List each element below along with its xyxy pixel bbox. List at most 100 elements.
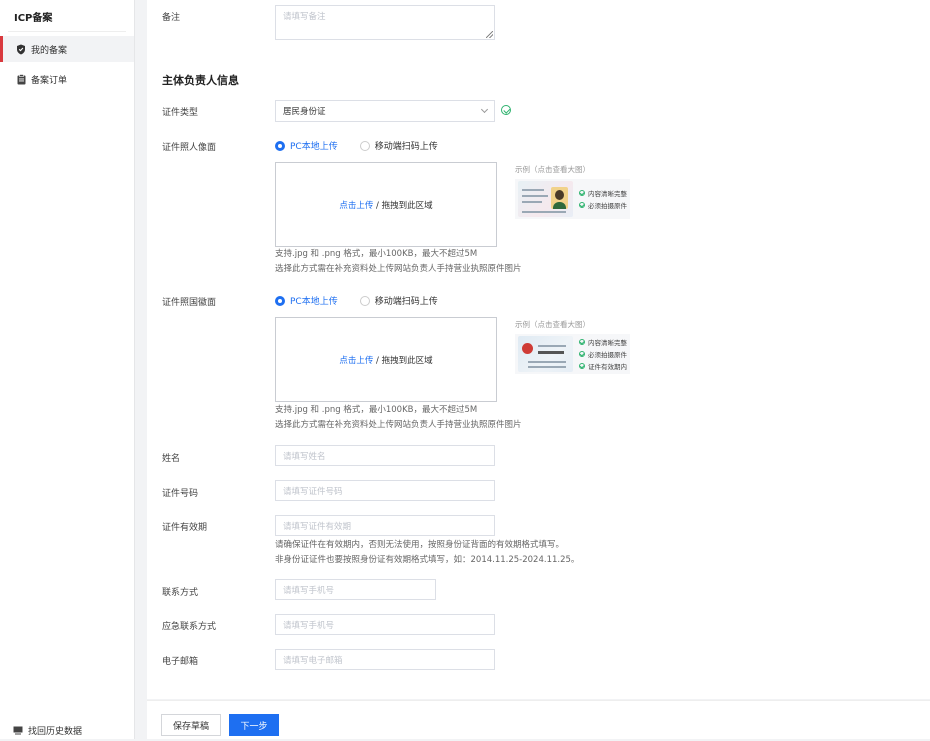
id-card-back-image xyxy=(518,336,573,372)
check-item: 必须拍摄原件 xyxy=(579,200,627,210)
validity-placeholder: 请填写证件有效期 xyxy=(283,521,352,532)
cert-type-value: 居民身份证 xyxy=(283,107,326,117)
validity-hint: 请确保证件在有效期内，否则无法使用，按照身份证背面的有效期格式填写。 非身份证证… xyxy=(275,538,579,568)
example-box: 内容清晰完整 必须拍摄原件 证件有效期内 xyxy=(515,334,630,374)
check-text: 内容清晰完整 xyxy=(588,339,627,347)
radio-label: 移动端扫码上传 xyxy=(374,142,438,152)
card-line xyxy=(522,189,544,191)
emergency-input[interactable]: 请填写手机号 xyxy=(275,614,495,635)
radio-pc-upload[interactable]: PC本地上传 xyxy=(275,139,338,152)
check-text: 必须拍摄原件 xyxy=(588,351,627,359)
id-front-upload-mode: PC本地上传 移动端扫码上传 xyxy=(275,139,460,152)
name-label: 姓名 xyxy=(162,454,181,464)
validity-input[interactable]: 请填写证件有效期 xyxy=(275,515,495,536)
example-box: 内容清晰完整 必须拍摄原件 xyxy=(515,179,630,219)
cert-no-label: 证件号码 xyxy=(162,489,199,499)
emergency-label: 应急联系方式 xyxy=(162,622,217,632)
card-line xyxy=(538,345,566,347)
portrait-photo xyxy=(551,187,568,209)
check-circle-icon xyxy=(579,339,585,345)
card-line xyxy=(538,351,564,354)
id-back-example[interactable]: 示例（点击查看大图） 内容清晰完整 必须拍摄原件 证件有效期内 xyxy=(515,319,630,374)
radio-checked-icon xyxy=(275,140,285,151)
hint-line: 支持.jpg 和 .png 格式，最小100KB，最大不超过5M xyxy=(275,405,478,415)
sidebar-item-label: 备案订单 xyxy=(31,75,68,86)
hint-line: 请确保证件在有效期内，否则无法使用，按照身份证背面的有效期格式填写。 xyxy=(275,540,565,550)
sidebar-item-my-filings[interactable]: 我的备案 xyxy=(0,36,134,62)
clipboard-icon xyxy=(15,73,27,85)
chevron-down-icon xyxy=(480,105,489,114)
phone-placeholder: 请填写手机号 xyxy=(283,585,335,596)
radio-label: 移动端扫码上传 xyxy=(374,297,438,307)
card-line xyxy=(522,201,542,203)
id-back-upload-mode: PC本地上传 移动端扫码上传 xyxy=(275,294,460,307)
monitor-icon xyxy=(13,726,23,735)
check-item: 内容清晰完整 xyxy=(579,188,627,198)
cert-no-input[interactable]: 请填写证件号码 xyxy=(275,480,495,501)
remark-textarea[interactable]: 请填写备注 xyxy=(275,5,495,40)
next-step-button[interactable]: 下一步 xyxy=(229,714,279,736)
check-circle-icon xyxy=(579,363,585,369)
radio-label: PC本地上传 xyxy=(290,297,338,307)
email-input[interactable]: 请填写电子邮箱 xyxy=(275,649,495,670)
phone-label: 联系方式 xyxy=(162,588,199,598)
shield-icon xyxy=(15,44,27,55)
example-checks: 内容清晰完整 必须拍摄原件 xyxy=(579,188,627,210)
valid-check-icon xyxy=(501,105,511,115)
id-front-upload-area[interactable]: 点击上传 / 拖拽到此区域 xyxy=(275,162,497,247)
hint-line: 支持.jpg 和 .png 格式，最小100KB，最大不超过5M xyxy=(275,249,478,259)
sidebar-title: ICP备案 xyxy=(14,13,53,24)
remark-placeholder: 请填写备注 xyxy=(283,12,326,22)
hint-line: 选择此方式需在补充资料处上传网站负责人手持营业执照原件图片 xyxy=(275,264,522,274)
radio-checked-icon xyxy=(275,295,285,306)
check-circle-icon xyxy=(579,351,585,357)
cert-type-label: 证件类型 xyxy=(162,108,199,118)
name-input[interactable]: 请填写姓名 xyxy=(275,445,495,466)
recover-history-label: 找回历史数据 xyxy=(28,726,83,737)
cert-type-select[interactable]: 居民身份证 xyxy=(275,100,495,122)
id-front-hint: 支持.jpg 和 .png 格式，最小100KB，最大不超过5M 选择此方式需在… xyxy=(275,247,522,277)
remark-label: 备注 xyxy=(162,13,181,23)
upload-drag-text: / 拖拽到此区域 xyxy=(373,200,433,211)
radio-pc-upload[interactable]: PC本地上传 xyxy=(275,294,338,307)
card-line xyxy=(528,361,566,363)
radio-unchecked-icon xyxy=(359,140,370,151)
sidebar-item-filing-orders[interactable]: 备案订单 xyxy=(0,66,134,92)
resize-handle-icon[interactable] xyxy=(486,31,493,38)
id-card-front-image xyxy=(518,181,573,217)
save-draft-button[interactable]: 保存草稿 xyxy=(161,714,221,736)
phone-input[interactable]: 请填写手机号 xyxy=(275,579,436,600)
check-text: 证件有效期内 xyxy=(588,363,627,371)
id-back-hint: 支持.jpg 和 .png 格式，最小100KB，最大不超过5M 选择此方式需在… xyxy=(275,403,522,433)
upload-link[interactable]: 点击上传 xyxy=(339,199,373,211)
radio-mobile-upload[interactable]: 移动端扫码上传 xyxy=(359,139,438,152)
check-circle-icon xyxy=(579,190,585,196)
upload-link[interactable]: 点击上传 xyxy=(339,354,373,366)
form-panel: 备注 请填写备注 主体负责人信息 证件类型 居民身份证 证件照人像面 PC本地上… xyxy=(147,0,930,699)
sidebar: ICP备案 我的备案 备案订单 找回历史数据 xyxy=(0,0,135,739)
check-text: 必须拍摄原件 xyxy=(588,202,627,210)
national-emblem-icon xyxy=(522,343,533,354)
hint-line: 非身份证证件也要按照身份证有效期格式填写，如：2014.11.25-2024.1… xyxy=(275,555,580,565)
card-line xyxy=(522,211,566,213)
radio-label: PC本地上传 xyxy=(290,142,338,152)
card-line xyxy=(528,366,566,368)
validity-label: 证件有效期 xyxy=(162,523,208,533)
section-title: 主体负责人信息 xyxy=(162,74,239,87)
id-back-label: 证件照国徽面 xyxy=(162,298,217,308)
id-front-example[interactable]: 示例（点击查看大图） 内容清晰完整 必须拍摄原件 xyxy=(515,164,630,219)
emergency-placeholder: 请填写手机号 xyxy=(283,620,335,631)
example-checks: 内容清晰完整 必须拍摄原件 证件有效期内 xyxy=(579,337,627,371)
form-footer: 保存草稿 下一步 xyxy=(147,700,930,739)
sidebar-item-label: 我的备案 xyxy=(31,45,68,56)
radio-mobile-upload[interactable]: 移动端扫码上传 xyxy=(359,294,438,307)
id-front-label: 证件照人像面 xyxy=(162,143,217,153)
cert-no-placeholder: 请填写证件号码 xyxy=(283,486,343,497)
hint-line: 选择此方式需在补充资料处上传网站负责人手持营业执照原件图片 xyxy=(275,420,522,430)
email-placeholder: 请填写电子邮箱 xyxy=(283,655,343,666)
example-title: 示例（点击查看大图） xyxy=(515,320,590,329)
check-circle-icon xyxy=(579,202,585,208)
recover-history-link[interactable]: 找回历史数据 xyxy=(0,719,134,741)
check-text: 内容清晰完整 xyxy=(588,190,627,198)
id-back-upload-area[interactable]: 点击上传 / 拖拽到此区域 xyxy=(275,317,497,402)
